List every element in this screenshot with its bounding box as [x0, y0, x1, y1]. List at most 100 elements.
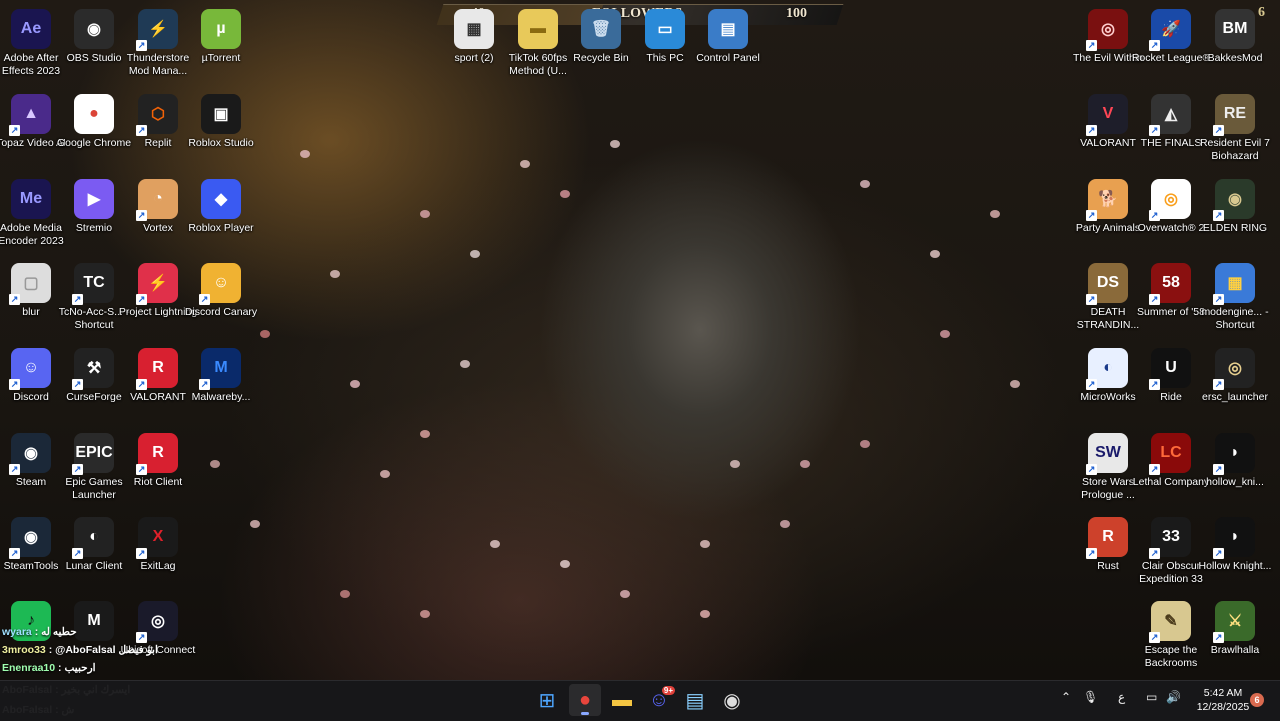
discord-badge: 9+: [661, 686, 675, 695]
wallpaper-flower: [420, 430, 430, 438]
desktop-icon-ubisoft-connect[interactable]: ◎ ↗ Ubisoft Connect: [116, 597, 200, 681]
desktop-icon-hollow-kni[interactable]: ◗ ↗ hollow_kni...: [1193, 429, 1277, 513]
desktop-icon-label: µTorrent: [201, 52, 241, 64]
roblox-player-icon: ◆: [201, 179, 241, 219]
desktop-icon-malwareby[interactable]: M ↗ Malwareby...: [179, 344, 263, 428]
start-icon: ⊞: [538, 689, 556, 712]
notification-count-badge[interactable]: 6: [1250, 693, 1264, 707]
desktop-icon-bakkesmod[interactable]: BM BakkesMod: [1193, 5, 1277, 89]
shortcut-arrow-icon: ↗: [1213, 294, 1224, 305]
chat-message: wyara : حطيه له: [2, 626, 77, 638]
wallpaper-flower: [800, 460, 810, 468]
desktop-icon-label: Hollow Knight...: [1198, 560, 1272, 572]
shortcut-arrow-icon: ↗: [199, 379, 210, 390]
this-pc-icon: ▭: [645, 9, 685, 49]
desktop-icon-brawlhalla[interactable]: ⚔ ↗ Brawlhalla: [1193, 597, 1277, 681]
shortcut-arrow-icon: ↗: [1213, 632, 1224, 643]
desktop-icon-resident-evil-7-biohazard[interactable]: RE ↗ Resident Evil 7 Biohazard: [1193, 90, 1277, 174]
tray-overflow-chevron-icon[interactable]: ⌃: [1061, 690, 1071, 704]
chat-message: Enenraa10 : ارحبيب: [2, 662, 96, 674]
desktop-icon-riot-client[interactable]: R ↗ Riot Client: [116, 429, 200, 513]
shortcut-arrow-icon: ↗: [72, 379, 83, 390]
wallpaper-flower: [930, 250, 940, 258]
chat-username: 3mroo33: [2, 644, 49, 656]
shortcut-arrow-icon: ↗: [72, 294, 83, 305]
shortcut-arrow-icon: ↗: [136, 125, 147, 136]
wallpaper-flower: [730, 460, 740, 468]
desktop-icon-modengine-shortcut[interactable]: ▦ ↗ modengine... - Shortcut: [1193, 259, 1277, 343]
shortcut-arrow-icon: ↗: [1149, 548, 1160, 559]
shortcut-arrow-icon: ↗: [1086, 125, 1097, 136]
topaz-video-ai-icon: ▲ ↗: [9, 94, 51, 136]
followers-goal: 100: [786, 6, 807, 21]
volume-icon[interactable]: 🔊: [1166, 690, 1181, 704]
chat-text: : ارحبيب: [58, 662, 96, 674]
shortcut-arrow-icon: ↗: [136, 40, 147, 51]
file-explorer-icon: ▬: [612, 688, 632, 711]
chrome-icon: ●: [578, 688, 592, 711]
recycle-bin-icon: 🗑: [581, 9, 621, 49]
wallpaper-flower: [610, 140, 620, 148]
wallpaper-flower: [700, 540, 710, 548]
shortcut-arrow-icon: ↗: [1213, 464, 1224, 475]
riot-client-icon: R ↗: [136, 433, 178, 475]
clair-obscur-expedition-33-icon: 33 ↗: [1149, 517, 1191, 559]
desktop-icon-elden-ring[interactable]: ◉ ↗ ELDEN RING: [1193, 175, 1277, 259]
network-icon[interactable]: ▭: [1146, 690, 1157, 704]
discord-canary-icon: ☺ ↗: [199, 263, 241, 305]
desktop-icon-hollow-knight[interactable]: ◗ ↗ Hollow Knight...: [1193, 513, 1277, 597]
desktop-icon-label: Roblox Player: [188, 222, 254, 234]
shortcut-arrow-icon: ↗: [1149, 464, 1160, 475]
desktop-icon-roblox-player[interactable]: ◆ Roblox Player: [179, 175, 263, 259]
shortcut-arrow-icon: ↗: [72, 464, 83, 475]
blur-icon: ▢ ↗: [9, 263, 51, 305]
lunar-client-icon: ◐ ↗: [72, 517, 114, 559]
desktop-icon-exitlag[interactable]: X ↗ ExitLag: [116, 513, 200, 597]
desktop-icon-ersc-launcher[interactable]: ◎ ↗ ersc_launcher: [1193, 344, 1277, 428]
tiktok-60fps-method-u-icon: ▬: [518, 9, 558, 49]
chat-message: 3mroo33 : @AboFalsal ابو فيصل: [2, 644, 158, 656]
wallpaper-flower: [300, 150, 310, 158]
wallpaper-flower: [860, 440, 870, 448]
shortcut-arrow-icon: ↗: [1213, 125, 1224, 136]
shortcut-arrow-icon: ↗: [1086, 548, 1097, 559]
google-chrome-icon: ●: [74, 94, 114, 134]
recording-taskbar[interactable]: ◉: [716, 684, 748, 716]
wallpaper-flower: [940, 330, 950, 338]
desktop-icon-torrent[interactable]: µ µTorrent: [179, 5, 263, 89]
discord-taskbar[interactable]: ☺ 9+: [643, 684, 675, 716]
file-explorer-taskbar[interactable]: ▬: [606, 684, 638, 716]
hollow-knight-icon: ◗ ↗: [1213, 517, 1255, 559]
desktop-icon-roblox-studio[interactable]: ▣ Roblox Studio: [179, 90, 263, 174]
control-panel-icon: ▤: [708, 9, 748, 49]
desktop-icon-label: Discord Canary: [184, 306, 258, 318]
shortcut-arrow-icon: ↗: [1086, 379, 1097, 390]
shortcut-arrow-icon: ↗: [1149, 379, 1160, 390]
the-evil-within-icon: ◎ ↗: [1086, 9, 1128, 51]
curseforge-icon: ⚒ ↗: [72, 348, 114, 390]
shortcut-arrow-icon: ↗: [1149, 210, 1160, 221]
clock[interactable]: 5:42 AM 12/28/2025: [1190, 686, 1256, 714]
death-strandin-icon: DS ↗: [1086, 263, 1128, 305]
wallpaper-flower: [560, 190, 570, 198]
photos-taskbar[interactable]: ▤: [679, 684, 711, 716]
resident-evil-7-biohazard-icon: RE ↗: [1213, 94, 1255, 136]
ubisoft-connect-icon: ◎ ↗: [136, 601, 178, 643]
desktop-icon-discord-canary[interactable]: ☺ ↗ Discord Canary: [179, 259, 263, 343]
microphone-icon[interactable]: 🎙: [1083, 690, 1098, 704]
elden-ring-icon: ◉ ↗: [1213, 179, 1255, 221]
tcno-acc-s-shortcut-icon: TC ↗: [72, 263, 114, 305]
shortcut-arrow-icon: ↗: [136, 464, 147, 475]
chrome-taskbar[interactable]: ●: [569, 684, 601, 716]
start-button[interactable]: ⊞: [531, 684, 563, 716]
obs-studio-icon: ◉: [74, 9, 114, 49]
wallpaper-flower: [380, 470, 390, 478]
store-wars-prologue-icon: SW ↗: [1086, 433, 1128, 475]
desktop-icon-label: Resident Evil 7 Biohazard: [1199, 137, 1271, 162]
wallpaper-flower: [460, 360, 470, 368]
wallpaper-flower: [780, 520, 790, 528]
input-language-indicator[interactable]: ع: [1118, 690, 1125, 704]
desktop-icon-control-panel[interactable]: ▤ Control Panel: [686, 5, 770, 89]
the-finals-icon: ◭ ↗: [1149, 94, 1191, 136]
replit-icon: ⬡ ↗: [136, 94, 178, 136]
